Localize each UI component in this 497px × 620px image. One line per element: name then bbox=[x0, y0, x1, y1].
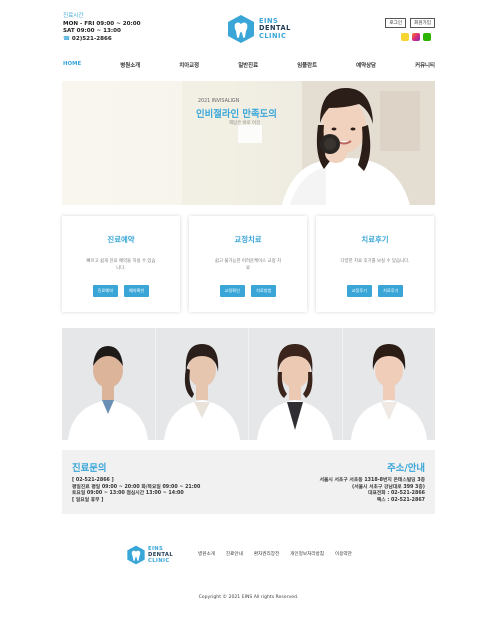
clinic-hours: 진료시간 MON - FRI 09:00 ~ 20:00 SAT 09:00 ~… bbox=[63, 13, 141, 43]
hours-saturday: SAT 09:00 ~ 13:00 bbox=[63, 28, 121, 35]
reserve-button[interactable]: 진료예약 bbox=[92, 285, 118, 297]
doctor-photo[interactable] bbox=[156, 328, 249, 440]
inquiry-title: 진료문의 bbox=[72, 463, 107, 474]
doctor-photo[interactable] bbox=[343, 328, 436, 440]
footer-links: 병원소개 진료안내 환자권리장전 개인정보처리방침 이용약관 bbox=[198, 551, 352, 557]
hero-model-image bbox=[238, 81, 435, 205]
tooth-logo-icon bbox=[228, 15, 254, 43]
kakao-icon[interactable] bbox=[401, 33, 409, 41]
check-reservation-button[interactable]: 예약확인 bbox=[124, 285, 150, 297]
hours-weekday: MON - FRI 09:00 ~ 20:00 bbox=[63, 20, 141, 27]
tooth-logo-icon bbox=[127, 545, 145, 565]
footer-link-patient-rights[interactable]: 환자권리장전 bbox=[254, 551, 279, 557]
phone-number: 02)521-2866 bbox=[71, 35, 112, 42]
address-line: 대표전화 : 02-521-2866 bbox=[368, 491, 425, 497]
nav-home[interactable]: HOME bbox=[63, 61, 81, 69]
nav-implant[interactable]: 임플란트 bbox=[297, 61, 317, 69]
footer-logo-text: EINS DENTAL CLINIC bbox=[148, 546, 173, 564]
card-orthodontics: 교정치료 쉽고 불가능한 어려운케이스 교정 치료 교정확인 치료방법 bbox=[189, 216, 307, 312]
social-links bbox=[401, 33, 431, 41]
doctor-photo[interactable] bbox=[249, 328, 343, 440]
footer-logo[interactable]: EINS DENTAL CLINIC bbox=[126, 545, 173, 565]
contact-info: 진료문의 [ 02-521-2866 ] 평일진료 평일 09:00 ~ 20:… bbox=[62, 450, 435, 514]
footer-link-privacy[interactable]: 개인정보처리방침 bbox=[290, 551, 324, 557]
hero-caption: 해답은 바로 이것 bbox=[229, 121, 261, 126]
address-details: 서울시 서초구 서초동 1318-8번지 온테스빌딩 3층 (서울시 서초구 강… bbox=[320, 478, 425, 504]
doctor-gallery bbox=[62, 328, 435, 440]
card-title: 진료예약 bbox=[107, 235, 135, 244]
utility-links: 로그인 회원가입 bbox=[385, 18, 435, 28]
footer-link-terms[interactable]: 이용약관 bbox=[335, 551, 352, 557]
card-description: 쉽고 불가능한 어려운케이스 교정 치료 bbox=[214, 259, 282, 271]
hero-banner[interactable]: 2021 INVISALIGN 인비절라인 만족도의 해답은 바로 이것 bbox=[62, 81, 435, 205]
main-nav: HOME 병원소개 치아교정 일반진료 임플란트 예약상담 커뮤니티 bbox=[63, 61, 435, 69]
logo-line-3: CLINIC bbox=[259, 31, 287, 40]
ortho-check-button[interactable]: 교정확인 bbox=[219, 285, 245, 297]
card-title: 교정치료 bbox=[234, 235, 262, 244]
card-title: 치료후기 bbox=[361, 235, 389, 244]
hero-subtitle: 2021 INVISALIGN bbox=[198, 99, 240, 104]
hours-label: 진료시간 bbox=[63, 13, 84, 19]
copyright: Copyright © 2021 EINS All rights Reserve… bbox=[198, 595, 299, 600]
footer-link-about[interactable]: 병원소개 bbox=[198, 551, 215, 557]
card-reservation: 진료예약 빠르고 쉽게 진료 예약을 하실 수 있습니다. 진료예약 예약확인 bbox=[62, 216, 180, 312]
treatment-method-button[interactable]: 치료방법 bbox=[251, 285, 277, 297]
card-description: 빠르고 쉽게 진료 예약을 하실 수 있습니다. bbox=[86, 259, 156, 271]
nav-reservation[interactable]: 예약상담 bbox=[356, 61, 376, 69]
inquiry-line: [ 02-521-2866 ] bbox=[72, 478, 114, 483]
nav-general[interactable]: 일반진료 bbox=[238, 61, 258, 69]
inquiry-line: [ 일요일 휴무 ] bbox=[72, 497, 104, 503]
login-button[interactable]: 로그인 bbox=[385, 18, 407, 28]
nav-orthodontics[interactable]: 치아교정 bbox=[179, 61, 199, 69]
nav-about[interactable]: 병원소개 bbox=[120, 61, 140, 69]
blog-icon[interactable] bbox=[423, 33, 431, 41]
ortho-review-button[interactable]: 교정후기 bbox=[346, 285, 372, 297]
signup-button[interactable]: 회원가입 bbox=[410, 18, 435, 28]
card-reviews: 치료후기 다양한 치료 후기를 보실 수 있습니다. 교정후기 치료후기 bbox=[316, 216, 434, 312]
phone-icon: ☎ bbox=[63, 35, 70, 42]
doctor-photo[interactable] bbox=[62, 328, 156, 440]
hero-title: 인비절라인 만족도의 bbox=[196, 109, 277, 120]
nav-community[interactable]: 커뮤니티 bbox=[415, 61, 435, 69]
footer-link-guide[interactable]: 진료안내 bbox=[226, 551, 243, 557]
inquiry-details: [ 02-521-2866 ] 평일진료 평일 09:00 ~ 20:00 화/… bbox=[72, 478, 200, 504]
logo-line-3: CLINIC bbox=[148, 558, 170, 564]
site-logo[interactable]: EINS DENTAL CLINIC bbox=[226, 13, 291, 45]
address-line: 서울시 서초구 서초동 1318-8번지 온테스빌딩 3층 bbox=[319, 478, 425, 483]
logo-text: EINS DENTAL CLINIC bbox=[259, 17, 291, 41]
treatment-review-button[interactable]: 치료후기 bbox=[378, 285, 404, 297]
instagram-icon[interactable] bbox=[412, 33, 420, 41]
address-title: 주소/안내 bbox=[387, 463, 425, 474]
inquiry-line: 토요일 09:00 ~ 13:00 점심시간 13:00 ~ 14:00 bbox=[72, 491, 184, 497]
address-line: 팩스 : 02-521-2867 bbox=[376, 497, 425, 503]
card-description: 다양한 치료 후기를 보실 수 있습니다. bbox=[340, 259, 410, 264]
phone-line: ☎ 02)521-2866 bbox=[63, 36, 141, 44]
